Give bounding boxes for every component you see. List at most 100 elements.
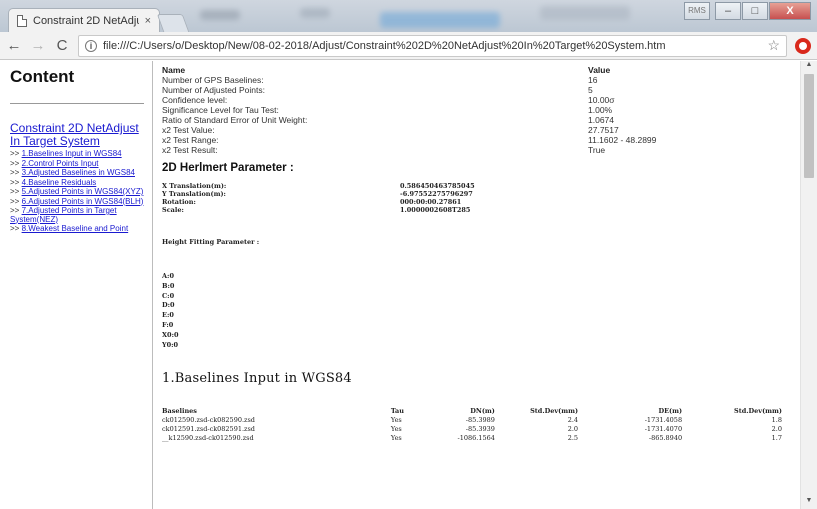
column-header-name: Name — [162, 65, 186, 75]
table-row: Number of GPS Baselines: 16 — [162, 75, 722, 85]
summary-name: Number of Adjusted Points: — [162, 85, 266, 95]
summary-value: 16 — [588, 75, 598, 85]
summary-name: x2 Test Result: — [162, 145, 218, 155]
table-header-row: Baselines Tau DN(m) Std.Dev(mm) DE(m) St… — [162, 406, 782, 415]
table-row: ck012590.zsd-ck082590.zsd Yes -85.3989 2… — [162, 415, 782, 424]
table-row: Scale: 1.0000002608T285 — [162, 206, 475, 214]
height-fitting-heading: Height Fitting Parameter : — [162, 238, 260, 246]
param-key: X Translation(m): — [162, 182, 227, 190]
table-row: ck012591.zsd-ck082591.zsd Yes -85.3939 2… — [162, 424, 782, 433]
summary-value: 11.1602 - 48.2899 — [588, 135, 657, 145]
divider — [10, 103, 144, 104]
sidebar-item-adjusted-points-nez[interactable]: 7.Adjusted Points in Target System(NEZ) — [10, 206, 117, 224]
reload-icon[interactable]: C — [54, 37, 70, 54]
page-viewport: Content Constraint 2D NetAdjust In Targe… — [0, 61, 817, 509]
summary-name: Number of GPS Baselines: — [162, 75, 264, 85]
section-heading-baselines: 1.Baselines Input in WGS84 — [162, 371, 352, 387]
page-icon — [17, 14, 27, 27]
param-value: 1.0000002608T285 — [400, 206, 471, 214]
baseline-cell: 2.0 — [771, 424, 782, 433]
main-content: Name Value Number of GPS Baselines: 16 Nu… — [162, 61, 796, 509]
new-tab-button[interactable] — [156, 14, 190, 32]
browser-toolbar: ← → C i file:///C:/Users/o/Desktop/New/0… — [0, 32, 817, 60]
height-param: C:0 — [162, 291, 175, 300]
summary-name: Significance Level for Tau Test: — [162, 105, 279, 115]
baseline-cell: -865.8940 — [648, 433, 683, 442]
baseline-cell: ck012591.zsd-ck082591.zsd — [162, 424, 255, 433]
baseline-cell: ck012590.zsd-ck082590.zsd — [162, 415, 255, 424]
sidebar-item: >> 1.Baselines Input in WGS84 — [10, 149, 144, 159]
baseline-cell: 1.7 — [771, 433, 782, 442]
column-header: Tau — [390, 406, 404, 415]
extension-icon[interactable] — [795, 37, 811, 54]
bookmark-star-icon[interactable]: ☆ — [767, 37, 780, 54]
sidebar-item-baseline-residuals[interactable]: 4.Baseline Residuals — [22, 178, 97, 187]
column-header: DN(m) — [470, 406, 495, 415]
info-icon[interactable]: i — [85, 39, 97, 52]
sidebar-item-weakest-baseline[interactable]: 8.Weakest Baseline and Point — [22, 224, 129, 233]
summary-value: True — [588, 145, 606, 155]
tab-close-icon[interactable]: × — [145, 15, 151, 27]
vertical-scrollbar[interactable]: ▲ ▼ — [800, 61, 817, 509]
sidebar-item-baselines-input[interactable]: 1.Baselines Input in WGS84 — [22, 149, 122, 158]
sidebar: Content Constraint 2D NetAdjust In Targe… — [0, 61, 153, 509]
scrollbar-thumb[interactable] — [804, 74, 814, 178]
column-header: Std.Dev(mm) — [734, 406, 782, 415]
table-row: x2 Test Result: True — [162, 145, 722, 155]
baseline-cell: -1731.4070 — [644, 424, 683, 433]
summary-value: 1.00% — [588, 105, 613, 115]
sidebar-main-link[interactable]: Constraint 2D NetAdjust In Target System — [10, 122, 144, 148]
summary-name: Ratio of Standard Error of Unit Weight: — [162, 115, 308, 125]
sidebar-item-adjusted-points-blh[interactable]: 6.Adjusted Points in WGS84(BLH) — [22, 197, 144, 206]
height-param: D:0 — [162, 301, 175, 310]
sidebar-item: >> 6.Adjusted Points in WGS84(BLH) — [10, 196, 144, 207]
baseline-cell: 2.5 — [567, 433, 579, 442]
scroll-up-arrow-icon[interactable]: ▲ — [801, 61, 817, 73]
url-text[interactable]: file:///C:/Users/o/Desktop/New/08-02-201… — [103, 40, 761, 52]
table-row: Y Translation(m): -6.97552275796297 — [162, 190, 475, 198]
close-button[interactable]: X — [769, 2, 811, 20]
column-header-value: Value — [588, 65, 611, 75]
user-profile-button[interactable]: RMS — [684, 2, 710, 20]
param-key: Rotation: — [162, 198, 196, 206]
baseline-cell: 2.0 — [567, 424, 579, 433]
baseline-cell: __k12590.zsd-ck012590.zsd — [162, 433, 254, 442]
table-row: __k12590.zsd-ck012590.zsd Yes -1086.1564… — [162, 433, 782, 442]
tab-strip: Constraint 2D NetAdjust × RMS – □ X — [0, 0, 817, 32]
maximize-button[interactable]: □ — [742, 2, 768, 20]
address-bar[interactable]: i file:///C:/Users/o/Desktop/New/08-02-2… — [78, 34, 787, 57]
summary-value: 27.7517 — [588, 125, 619, 135]
sidebar-item: >> 4.Baseline Residuals — [10, 177, 144, 188]
param-key: Y Translation(m): — [162, 190, 226, 198]
sidebar-heading: Content — [10, 67, 75, 86]
sidebar-item-prefix: >> — [10, 177, 22, 187]
sidebar-item-prefix: >> — [10, 149, 22, 158]
table-row: Ratio of Standard Error of Unit Weight: 1… — [162, 115, 722, 125]
baseline-cell: -1731.4058 — [644, 415, 683, 424]
sidebar-item-prefix: >> — [10, 168, 22, 177]
table-row: Confidence level: 10.00σ — [162, 95, 722, 105]
sidebar-item-adjusted-points-xyz[interactable]: 5.Adjusted Points in WGS84(XYZ) — [22, 187, 144, 196]
browser-tab[interactable]: Constraint 2D NetAdjust × — [8, 8, 160, 32]
scroll-down-arrow-icon[interactable]: ▼ — [801, 497, 817, 509]
sidebar-item-adjusted-baselines[interactable]: 3.Adjusted Baselines in WGS84 — [22, 168, 135, 177]
back-arrow-icon[interactable]: ← — [6, 37, 22, 54]
minimize-button[interactable]: – — [715, 2, 741, 20]
sidebar-item-control-points[interactable]: 2.Control Points Input — [22, 159, 99, 168]
table-row: X Translation(m): 0.586450463785045 — [162, 182, 475, 190]
height-param: F:0 — [162, 320, 174, 329]
sidebar-item-prefix: >> — [10, 196, 22, 206]
summary-name: Confidence level: — [162, 95, 228, 105]
sidebar-item: >> 8.Weakest Baseline and Point — [10, 224, 144, 234]
baseline-cell: Yes — [390, 415, 402, 424]
table-row: Number of Adjusted Points: 5 — [162, 85, 722, 95]
table-header-row: Name Value — [162, 65, 722, 75]
height-param: A:0 — [162, 272, 174, 280]
sidebar-item: >> 7.Adjusted Points in Target System(NE… — [10, 206, 144, 224]
helmert-table: X Translation(m): 0.586450463785045 Y Tra… — [162, 182, 475, 214]
summary-name: x2 Test Value: — [162, 125, 215, 135]
blurred-background — [540, 6, 630, 20]
blurred-background — [380, 12, 500, 28]
forward-arrow-icon[interactable]: → — [30, 37, 46, 54]
sidebar-item-prefix: >> — [10, 224, 22, 233]
